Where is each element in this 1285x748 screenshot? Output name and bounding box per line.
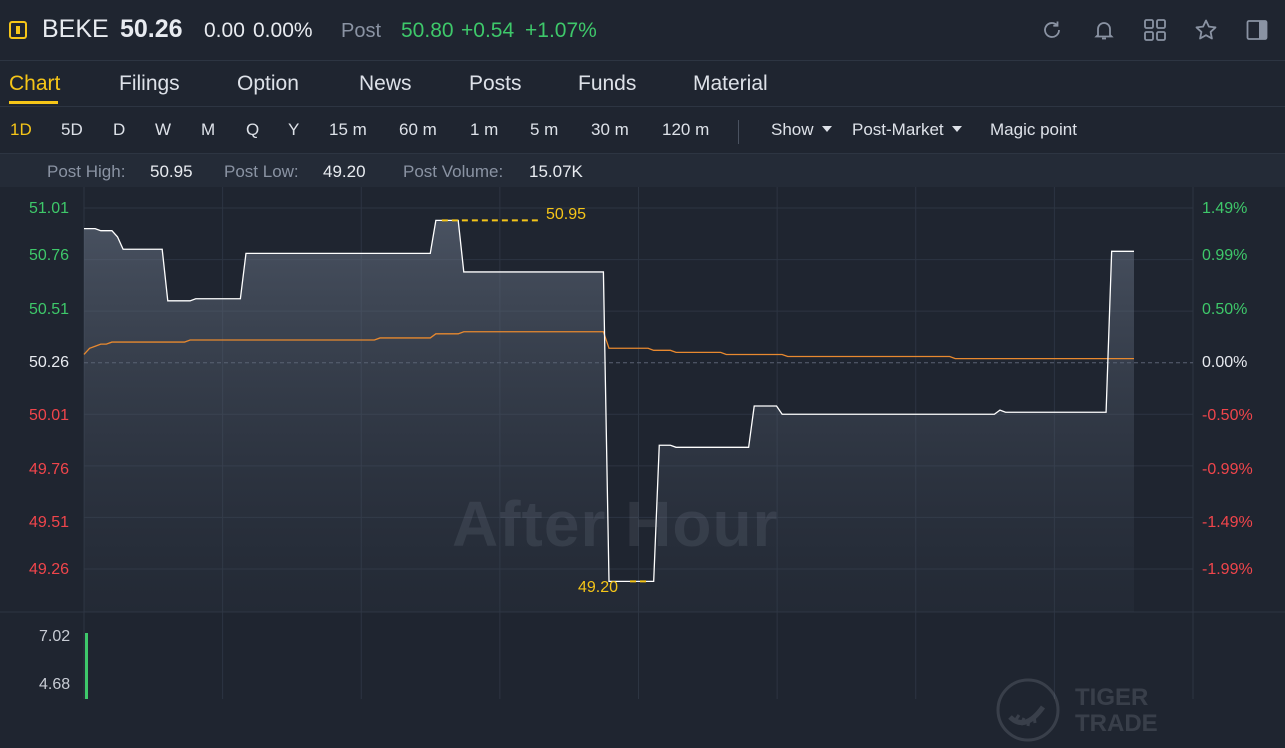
- post-volume-label: Post Volume:: [403, 162, 504, 181]
- period-60m[interactable]: 60 m: [399, 120, 437, 140]
- y-tick-right: -1.49%: [1202, 514, 1253, 531]
- y-tick-right: 0.99%: [1202, 247, 1248, 264]
- period-q[interactable]: Q: [246, 120, 259, 140]
- tab-funds[interactable]: Funds: [578, 72, 636, 96]
- period-1d[interactable]: 1D: [10, 120, 32, 140]
- volume-chart: [85, 633, 88, 699]
- y-tick-left: 49.26: [29, 561, 70, 578]
- tiger-trade-text: TIGER TRADE: [1075, 685, 1158, 737]
- tiger-text-line2: TRADE: [1075, 710, 1158, 737]
- stock-badge-icon: [9, 21, 27, 39]
- panel-toggle-icon[interactable]: [1245, 18, 1269, 42]
- volume-bar: [85, 633, 88, 699]
- tab-filings[interactable]: Filings: [119, 72, 180, 96]
- tiger-text-line1: TIGER: [1075, 684, 1149, 711]
- y-tick-left: 50.01: [29, 407, 70, 424]
- y-tick-left: 49.76: [29, 461, 70, 478]
- post-market-label: Post: [341, 20, 382, 42]
- y-tick-left: 51.01: [29, 200, 70, 217]
- period-5d[interactable]: 5D: [61, 120, 83, 140]
- y-tick-right: 0.00%: [1202, 354, 1248, 371]
- low-marker-label: 49.20: [578, 579, 619, 596]
- period-5m[interactable]: 5 m: [530, 120, 558, 140]
- y-tick-right: -0.50%: [1202, 407, 1253, 424]
- price-chart-canvas: [0, 187, 1285, 699]
- period-15m[interactable]: 15 m: [329, 120, 367, 140]
- quote-header: BEKE 50.26 0.00 0.00% Post 50.80 +0.54 +…: [0, 0, 1285, 61]
- y-tick-left: 49.51: [29, 514, 70, 531]
- tab-news[interactable]: News: [359, 72, 412, 96]
- volume-tick: 7.02: [39, 628, 71, 645]
- y-tick-right: -0.99%: [1202, 461, 1253, 478]
- tab-posts[interactable]: Posts: [469, 72, 522, 96]
- main-tabs: Chart Filings Option News Posts Funds Ma…: [0, 61, 1285, 107]
- period-30m[interactable]: 30 m: [591, 120, 629, 140]
- post-low-value: 49.20: [323, 162, 366, 181]
- period-divider: [738, 120, 739, 144]
- period-selector: 1D 5D D W M Q Y 15 m 60 m 1 m 5 m 30 m 1…: [0, 107, 1285, 154]
- post-market-price: 50.80: [401, 19, 454, 42]
- period-m[interactable]: M: [201, 120, 215, 140]
- session-dropdown[interactable]: Post-Market: [852, 120, 962, 140]
- period-120m[interactable]: 120 m: [662, 120, 709, 140]
- y-tick-left: 50.76: [29, 247, 70, 264]
- high-marker-label: 50.95: [546, 206, 587, 223]
- last-price: 50.26: [120, 15, 183, 43]
- active-tab-indicator: [9, 101, 58, 104]
- y-tick-right: 0.50%: [1202, 301, 1248, 318]
- show-dropdown[interactable]: Show: [771, 120, 832, 140]
- caret-down-icon: [821, 125, 832, 132]
- y-tick-right: -1.99%: [1202, 561, 1253, 578]
- tiger-logo-icon: [996, 678, 1060, 742]
- post-market-stats: Post High: 50.95 Post Low: 49.20 Post Vo…: [0, 154, 1285, 187]
- y-tick-left: 50.51: [29, 301, 70, 318]
- post-low-label: Post Low:: [224, 162, 299, 181]
- volume-tick: 4.68: [39, 676, 71, 693]
- tiger-trade-watermark: TIGER TRADE: [995, 677, 1165, 747]
- post-volume-value: 15.07K: [529, 162, 583, 181]
- post-high-label: Post High:: [47, 162, 126, 181]
- star-icon[interactable]: [1194, 18, 1218, 42]
- show-dropdown-label: Show: [771, 120, 814, 139]
- bell-icon[interactable]: [1092, 18, 1116, 42]
- y-tick-left: 50.26: [29, 354, 70, 371]
- grid-icon[interactable]: [1143, 18, 1167, 42]
- price-change-pct: 0.00%: [253, 19, 313, 42]
- period-1m[interactable]: 1 m: [470, 120, 498, 140]
- post-market-change: +0.54: [461, 19, 515, 42]
- tab-material[interactable]: Material: [693, 72, 768, 96]
- period-y[interactable]: Y: [288, 120, 299, 140]
- magic-point-button[interactable]: Magic point: [990, 120, 1077, 140]
- after-hour-watermark: After Hour: [452, 488, 779, 560]
- tab-chart[interactable]: Chart: [9, 72, 60, 96]
- post-high-value: 50.95: [150, 162, 193, 181]
- ticker-symbol: BEKE: [42, 15, 109, 43]
- refresh-icon[interactable]: [1040, 18, 1064, 42]
- y-tick-right: 1.49%: [1202, 200, 1248, 217]
- price-chart[interactable]: After Hour TIGER TRADE 51.01 50.76 50.51…: [0, 187, 1285, 742]
- period-w[interactable]: W: [155, 120, 171, 140]
- caret-down-icon: [951, 125, 962, 132]
- post-market-change-pct: +1.07%: [525, 19, 597, 42]
- period-d[interactable]: D: [113, 120, 125, 140]
- session-dropdown-label: Post-Market: [852, 120, 944, 139]
- tab-option[interactable]: Option: [237, 72, 299, 96]
- price-change: 0.00: [204, 19, 245, 42]
